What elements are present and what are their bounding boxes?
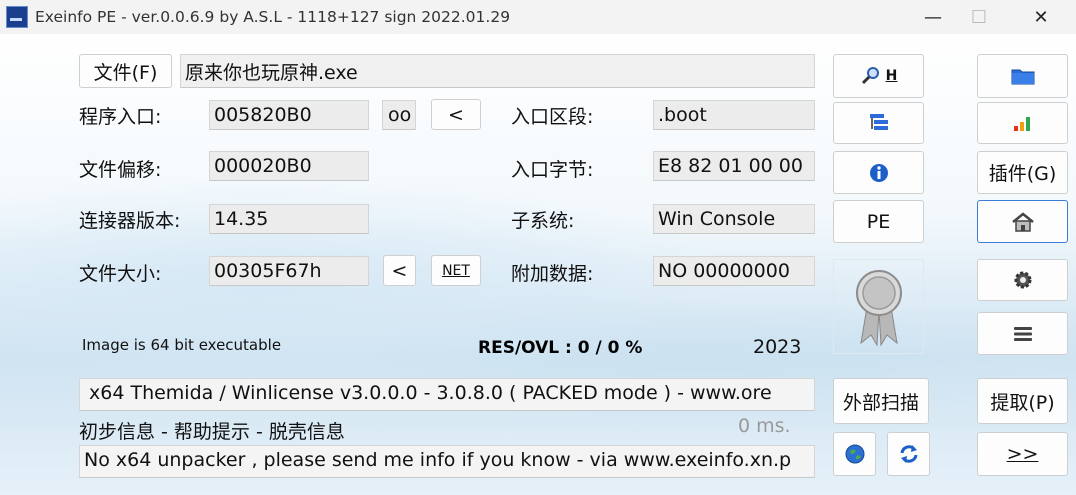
- file-size-label: 文件大小:: [79, 263, 162, 285]
- refresh-button[interactable]: [887, 432, 930, 476]
- image-info-text: Image is 64 bit executable: [82, 336, 282, 354]
- minimize-button[interactable]: —: [910, 0, 956, 34]
- ep-section-label: 入口区段:: [511, 106, 594, 128]
- hint-message-field[interactable]: No x64 unpacker , please send me info if…: [79, 445, 815, 478]
- search-h-button[interactable]: H: [833, 54, 924, 98]
- hint-links[interactable]: 初步信息 - 帮助提示 - 脱壳信息: [79, 417, 345, 444]
- plugins-button[interactable]: 插件(G): [977, 151, 1068, 194]
- file-offset-field[interactable]: 000020B0: [209, 151, 369, 181]
- pe-button[interactable]: PE: [833, 200, 924, 243]
- list-icon: [869, 114, 888, 130]
- menu-button[interactable]: [977, 312, 1068, 355]
- entry-point-field[interactable]: 005820B0: [209, 100, 369, 130]
- gear-icon: [1014, 271, 1031, 289]
- scan-time: 0 ms.: [738, 415, 791, 437]
- entry-point-lt-button[interactable]: <: [431, 99, 481, 130]
- h-label: H: [885, 68, 898, 84]
- settings-button[interactable]: [977, 259, 1068, 301]
- maximize-button[interactable]: ☐: [956, 0, 1002, 34]
- res-ovl-text: RES/OVL : 0 / 0 %: [478, 338, 643, 358]
- subsystem-label: 子系统:: [511, 210, 575, 232]
- award-ribbon-icon: [855, 269, 902, 347]
- home-button[interactable]: [977, 200, 1068, 243]
- globe-icon: [845, 444, 864, 464]
- main-panel: 文件(F) 原来你也玩原神.exe 程序入口: 005820B0 oo < 入口…: [0, 34, 1076, 495]
- home-icon: [1011, 211, 1034, 232]
- award-badge: [833, 259, 924, 354]
- file-button[interactable]: 文件(F): [79, 54, 172, 88]
- title-bar[interactable]: Exeinfo PE - ver.0.0.6.9 by A.S.L - 1118…: [0, 0, 1076, 34]
- next-button[interactable]: >>: [977, 432, 1068, 476]
- folder-icon: [1011, 69, 1034, 85]
- menu-icon: [1013, 326, 1032, 341]
- globe-button[interactable]: [833, 432, 876, 476]
- search-icon: [861, 67, 879, 85]
- oo-button[interactable]: oo: [382, 100, 416, 130]
- close-button[interactable]: ✕: [1018, 0, 1064, 34]
- net-button[interactable]: NET: [431, 255, 481, 286]
- ep-bytes-field[interactable]: E8 82 01 00 00: [653, 151, 815, 181]
- ep-section-field[interactable]: .boot: [653, 100, 815, 130]
- detection-result-field[interactable]: x64 Themida / Winlicense v3.0.0.0 - 3.0.…: [79, 378, 815, 411]
- window-title: Exeinfo PE - ver.0.0.6.9 by A.S.L - 1118…: [35, 8, 511, 26]
- file-size-lt-button[interactable]: <: [383, 255, 416, 286]
- info-icon: [869, 163, 888, 182]
- refresh-icon: [900, 445, 917, 463]
- extract-button[interactable]: 提取(P): [977, 378, 1068, 424]
- file-path-field[interactable]: 原来你也玩原神.exe: [180, 54, 815, 88]
- year-text: 2023: [753, 336, 802, 358]
- subsystem-field[interactable]: Win Console: [653, 204, 815, 234]
- bar-chart-icon: [1013, 117, 1030, 131]
- file-offset-label: 文件偏移:: [79, 159, 162, 181]
- app-icon: [6, 6, 28, 28]
- overlay-label: 附加数据:: [511, 263, 594, 285]
- ep-bytes-label: 入口字节:: [511, 159, 594, 181]
- open-folder-button[interactable]: [977, 54, 1068, 98]
- stats-button[interactable]: [977, 102, 1068, 144]
- list-button[interactable]: [833, 102, 924, 144]
- linker-label: 连接器版本:: [79, 210, 181, 232]
- linker-field[interactable]: 14.35: [209, 204, 369, 234]
- file-size-field[interactable]: 00305F67h: [209, 256, 369, 286]
- overlay-field[interactable]: NO 00000000: [653, 256, 815, 286]
- external-scan-button[interactable]: 外部扫描: [833, 378, 929, 424]
- entry-point-label: 程序入口:: [79, 106, 162, 128]
- info-button[interactable]: [833, 151, 924, 194]
